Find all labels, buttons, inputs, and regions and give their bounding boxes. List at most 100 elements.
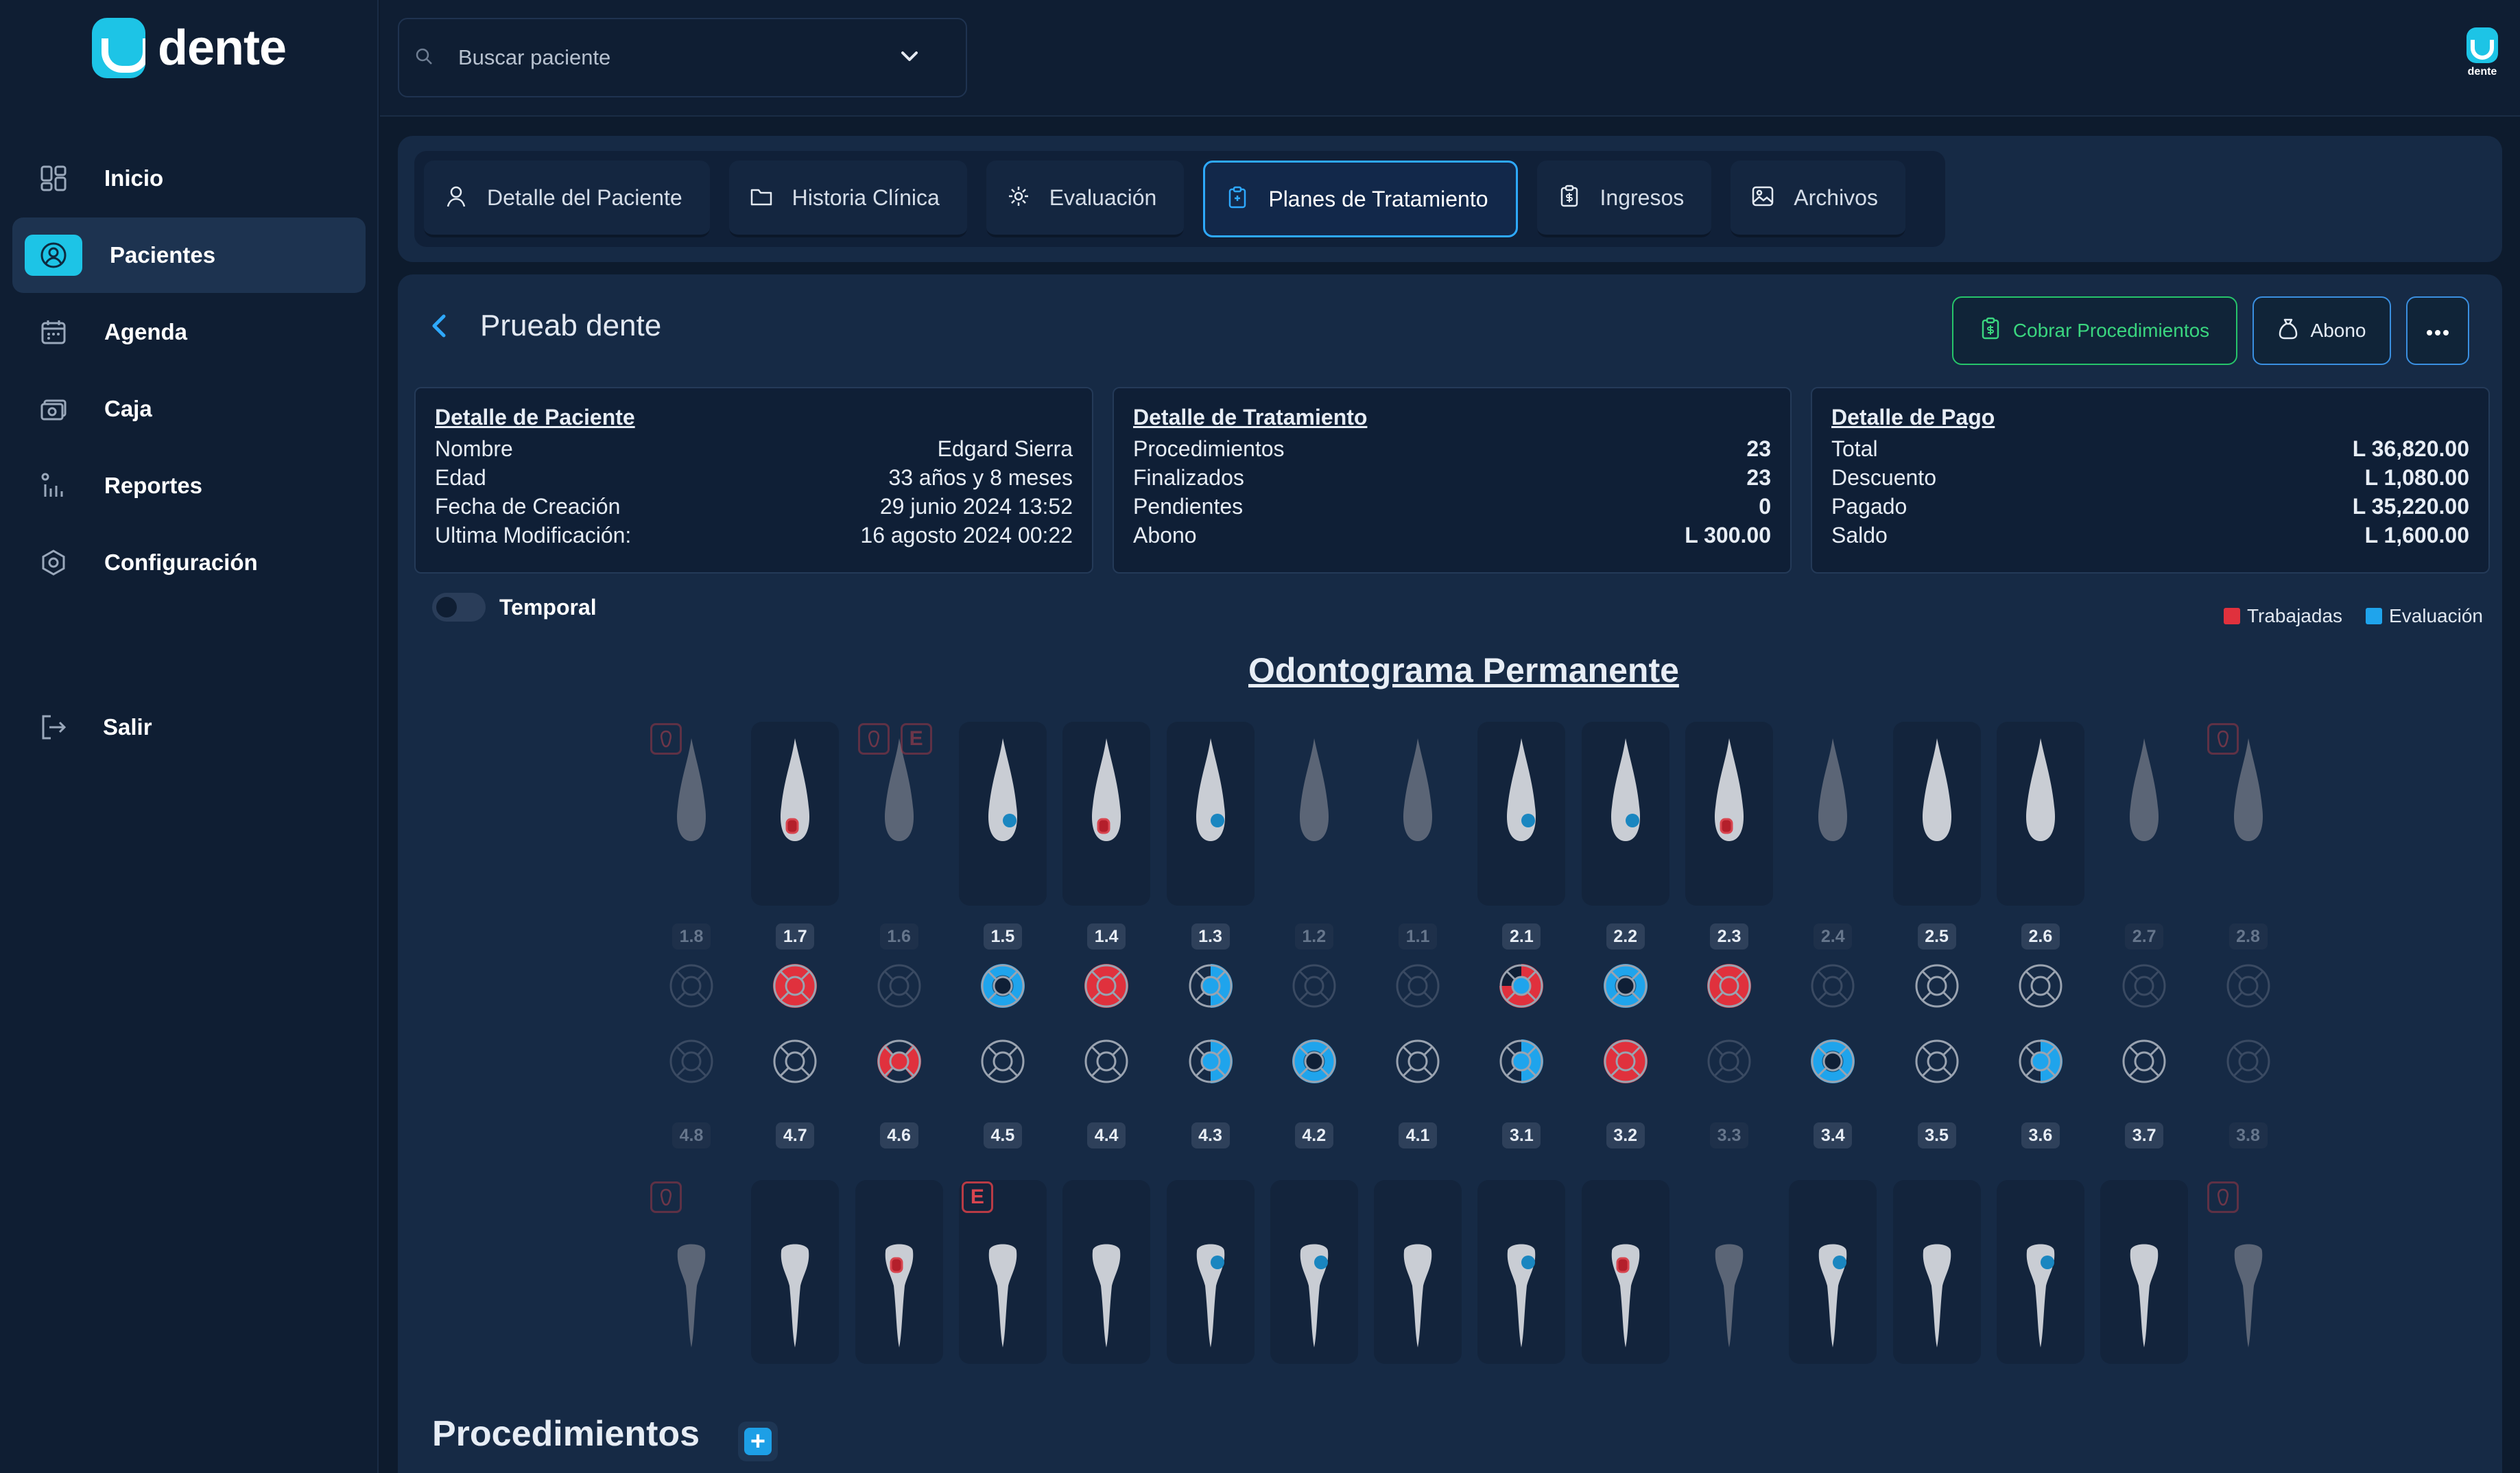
tooth-surface-chart[interactable] — [2223, 961, 2274, 1011]
tab-detalle-paciente[interactable]: Detalle del Paciente — [424, 161, 710, 237]
tooth-surface-chart[interactable] — [977, 961, 1028, 1011]
tooth-3-1[interactable] — [1477, 1180, 1566, 1364]
tooth-surface-chart[interactable] — [1912, 1036, 1962, 1087]
card-row: Edad 33 años y 8 meses — [435, 463, 1073, 492]
sidebar-item-inicio[interactable]: Inicio — [12, 141, 366, 216]
tooth-surface-chart[interactable] — [1392, 961, 1443, 1011]
tooth-2-6[interactable] — [1996, 722, 2084, 906]
tooth-surface-chart[interactable] — [2119, 1036, 2170, 1087]
tooth-3-2[interactable] — [1581, 1180, 1669, 1364]
tooth-3-7[interactable] — [2100, 1180, 2189, 1364]
tooth-2-3[interactable] — [1685, 722, 1773, 906]
logout-button[interactable]: Salir — [38, 712, 152, 742]
tooth-graphic — [1383, 1238, 1452, 1358]
brand-name: dente — [158, 21, 287, 75]
temporal-toggle[interactable] — [432, 593, 486, 622]
tooth-surface-chart[interactable] — [1185, 1036, 1236, 1087]
tab-archivos[interactable]: Archivos — [1731, 161, 1905, 237]
tooth-surface-chart[interactable] — [1392, 1036, 1443, 1087]
tooth-4-3[interactable] — [1166, 1180, 1255, 1364]
charge-procedures-button[interactable]: Cobrar Procedimientos — [1952, 296, 2237, 365]
tooth-surface-chart[interactable] — [770, 1036, 820, 1087]
odontogram-title: Odontograma Permanente — [1248, 651, 1679, 690]
tooth-graphic — [1383, 731, 1452, 851]
tooth-surface-chart[interactable] — [1704, 1036, 1755, 1087]
row-value: 0 — [1759, 494, 1771, 519]
tooth-2-5[interactable] — [1892, 722, 1981, 906]
tooth-2-4[interactable] — [1789, 722, 1877, 906]
tooth-2-7[interactable] — [2100, 722, 2188, 906]
tooth-graphic — [1487, 1238, 1556, 1358]
tooth-surface-chart[interactable] — [2015, 961, 2066, 1011]
tooth-graphic — [1695, 1238, 1763, 1358]
tooth-surface-chart[interactable] — [874, 961, 925, 1011]
tooth-surface-chart[interactable] — [1496, 961, 1547, 1011]
tab-planes-tratamiento[interactable]: Planes de Tratamiento — [1203, 161, 1518, 237]
tooth-surface-chart[interactable] — [1289, 961, 1340, 1011]
tooth-surface-chart[interactable] — [1807, 1036, 1858, 1087]
card-row: Abono L 300.00 — [1133, 521, 1771, 550]
tooth-surface-chart[interactable] — [1496, 1036, 1547, 1087]
tooth-surface-chart[interactable] — [666, 1036, 717, 1087]
tooth-1-1[interactable] — [1374, 722, 1462, 906]
tooth-surface-chart[interactable] — [874, 1036, 925, 1087]
tooth-3-3[interactable] — [1685, 1180, 1773, 1364]
tooth-4-2[interactable] — [1270, 1180, 1358, 1364]
tooth-4-7[interactable] — [751, 1180, 840, 1364]
tooth-3-4[interactable] — [1789, 1180, 1877, 1364]
sidebar-item-caja[interactable]: Caja — [12, 371, 366, 447]
tooth-surface-chart[interactable] — [2223, 1036, 2274, 1087]
sidebar-item-reportes[interactable]: Reportes — [12, 448, 366, 523]
tooth-graphic — [761, 1238, 829, 1358]
tooth-number: 3.3 — [1710, 1122, 1748, 1148]
app-logo[interactable]: dente — [92, 18, 287, 78]
summary-cards: Detalle de Paciente Nombre Edgard Sierra … — [414, 387, 2490, 574]
tooth-number: 1.4 — [1087, 923, 1126, 950]
tooth-surface-chart[interactable] — [1807, 961, 1858, 1011]
logout-icon — [38, 712, 69, 742]
tab-ingresos[interactable]: Ingresos — [1536, 161, 1712, 237]
tooth-surface-chart[interactable] — [1704, 961, 1755, 1011]
tooth-1-5[interactable] — [958, 722, 1047, 906]
tooth-4-4[interactable] — [1062, 1180, 1151, 1364]
tooth-surface-chart[interactable] — [1081, 961, 1132, 1011]
tooth-surface-chart[interactable] — [1185, 961, 1236, 1011]
tooth-1-3[interactable] — [1166, 722, 1255, 906]
card-row: Descuento L 1,080.00 — [1831, 463, 2469, 492]
tooth-surface-chart[interactable] — [1081, 1036, 1132, 1087]
tooth-4-1[interactable] — [1374, 1180, 1462, 1364]
sidebar-item-label: Configuración — [104, 550, 258, 575]
tooth-2-2[interactable] — [1581, 722, 1669, 906]
search-input[interactable] — [458, 45, 897, 70]
tooth-surface-chart[interactable] — [770, 961, 820, 1011]
tooth-surface-chart[interactable] — [1289, 1036, 1340, 1087]
tooth-4-6[interactable] — [855, 1180, 943, 1364]
tooth-surface-chart[interactable] — [666, 961, 717, 1011]
tooth-2-1[interactable] — [1477, 722, 1566, 906]
tooth-1-4[interactable] — [1062, 722, 1151, 906]
sidebar-item-configuracion[interactable]: Configuración — [12, 525, 366, 600]
sidebar-item-agenda[interactable]: Agenda — [12, 294, 366, 370]
tooth-1-2[interactable] — [1270, 722, 1358, 906]
tooth-surface-chart[interactable] — [1600, 961, 1651, 1011]
tooth-1-7[interactable] — [751, 722, 840, 906]
tooth-surface-chart[interactable] — [2015, 1036, 2066, 1087]
more-options-button[interactable] — [2406, 296, 2469, 365]
tab-historia-clinica[interactable]: Historia Clínica — [728, 161, 967, 237]
tooth-surface-chart[interactable] — [2119, 961, 2170, 1011]
tooth-3-6[interactable] — [1996, 1180, 2084, 1364]
patient-search[interactable] — [398, 18, 967, 97]
tooth-3-5[interactable] — [1892, 1180, 1981, 1364]
tab-evaluacion[interactable]: Evaluación — [986, 161, 1185, 237]
tooth-surface-chart[interactable] — [1912, 961, 1962, 1011]
add-procedure-button[interactable]: + — [738, 1422, 778, 1461]
tooth-surface-chart[interactable] — [1600, 1036, 1651, 1087]
avatar[interactable]: dente — [2462, 27, 2502, 82]
chevron-down-icon[interactable] — [897, 44, 922, 72]
sidebar-item-pacientes[interactable]: Pacientes — [12, 217, 366, 293]
image-icon — [1751, 185, 1774, 211]
back-button[interactable] — [425, 309, 453, 343]
deposit-button[interactable]: Abono — [2252, 296, 2391, 365]
tooth-surface-chart[interactable] — [977, 1036, 1028, 1087]
tab-label: Ingresos — [1600, 185, 1685, 210]
